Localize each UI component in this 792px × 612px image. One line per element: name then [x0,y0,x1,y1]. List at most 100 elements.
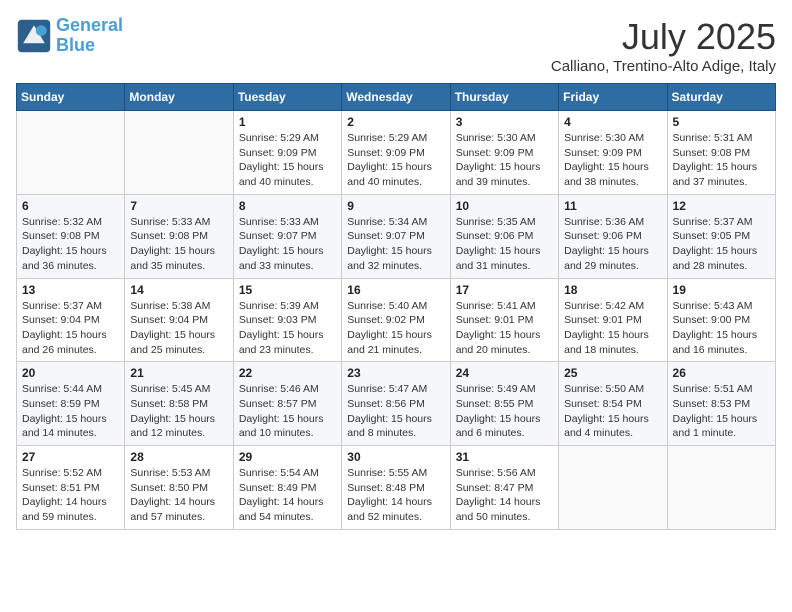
day-number: 17 [456,283,553,297]
day-number: 7 [130,199,227,213]
day-number: 14 [130,283,227,297]
day-info: Sunrise: 5:33 AM Sunset: 9:08 PM Dayligh… [130,215,227,274]
day-number: 6 [22,199,119,213]
day-number: 26 [673,366,770,380]
day-number: 5 [673,115,770,129]
weekday-row: SundayMondayTuesdayWednesdayThursdayFrid… [17,84,776,111]
calendar-cell: 8 Sunrise: 5:33 AM Sunset: 9:07 PM Daylig… [233,194,341,278]
weekday-header-tuesday: Tuesday [233,84,341,111]
day-number: 22 [239,366,336,380]
calendar-week-3: 13 Sunrise: 5:37 AM Sunset: 9:04 PM Dayli… [17,278,776,362]
calendar-cell: 22 Sunrise: 5:46 AM Sunset: 8:57 PM Dayli… [233,362,341,446]
calendar-cell: 7 Sunrise: 5:33 AM Sunset: 9:08 PM Daylig… [125,194,233,278]
day-info: Sunrise: 5:30 AM Sunset: 9:09 PM Dayligh… [564,131,661,190]
day-info: Sunrise: 5:29 AM Sunset: 9:09 PM Dayligh… [239,131,336,190]
day-info: Sunrise: 5:47 AM Sunset: 8:56 PM Dayligh… [347,382,444,441]
calendar-cell: 25Sunrise: 5:50 AM Sunset: 8:54 PM Dayli… [559,362,667,446]
calendar-cell: 23 Sunrise: 5:47 AM Sunset: 8:56 PM Dayli… [342,362,450,446]
logo-icon [16,18,52,54]
day-info: Sunrise: 5:37 AM Sunset: 9:04 PM Dayligh… [22,299,119,358]
calendar-cell: 15 Sunrise: 5:39 AM Sunset: 9:03 PM Dayli… [233,278,341,362]
weekday-header-wednesday: Wednesday [342,84,450,111]
calendar-body: 1 Sunrise: 5:29 AM Sunset: 9:09 PM Daylig… [17,111,776,530]
month-title: July 2025 [551,16,776,58]
day-number: 18 [564,283,661,297]
day-number: 3 [456,115,553,129]
weekday-header-saturday: Saturday [667,84,775,111]
calendar-week-5: 27 Sunrise: 5:52 AM Sunset: 8:51 PM Dayli… [17,446,776,530]
day-number: 2 [347,115,444,129]
calendar-cell: 9Sunrise: 5:34 AM Sunset: 9:07 PM Daylig… [342,194,450,278]
calendar-week-2: 6 Sunrise: 5:32 AM Sunset: 9:08 PM Daylig… [17,194,776,278]
day-info: Sunrise: 5:33 AM Sunset: 9:07 PM Dayligh… [239,215,336,274]
day-info: Sunrise: 5:52 AM Sunset: 8:51 PM Dayligh… [22,466,119,525]
calendar-cell: 12Sunrise: 5:37 AM Sunset: 9:05 PM Dayli… [667,194,775,278]
day-info: Sunrise: 5:53 AM Sunset: 8:50 PM Dayligh… [130,466,227,525]
day-number: 29 [239,450,336,464]
calendar-cell: 30Sunrise: 5:55 AM Sunset: 8:48 PM Dayli… [342,446,450,530]
calendar-cell: 13 Sunrise: 5:37 AM Sunset: 9:04 PM Dayli… [17,278,125,362]
calendar-cell: 20 Sunrise: 5:44 AM Sunset: 8:59 PM Dayli… [17,362,125,446]
calendar-cell: 4 Sunrise: 5:30 AM Sunset: 9:09 PM Daylig… [559,111,667,195]
day-info: Sunrise: 5:29 AM Sunset: 9:09 PM Dayligh… [347,131,444,190]
day-info: Sunrise: 5:41 AM Sunset: 9:01 PM Dayligh… [456,299,553,358]
day-info: Sunrise: 5:50 AM Sunset: 8:54 PM Dayligh… [564,382,661,441]
day-info: Sunrise: 5:49 AM Sunset: 8:55 PM Dayligh… [456,382,553,441]
calendar-cell: 10 Sunrise: 5:35 AM Sunset: 9:06 PM Dayli… [450,194,558,278]
day-info: Sunrise: 5:36 AM Sunset: 9:06 PM Dayligh… [564,215,661,274]
calendar-cell: 1 Sunrise: 5:29 AM Sunset: 9:09 PM Daylig… [233,111,341,195]
weekday-header-thursday: Thursday [450,84,558,111]
calendar-cell: 2 Sunrise: 5:29 AM Sunset: 9:09 PM Daylig… [342,111,450,195]
day-info: Sunrise: 5:37 AM Sunset: 9:05 PM Dayligh… [673,215,770,274]
calendar-cell: 3Sunrise: 5:30 AM Sunset: 9:09 PM Daylig… [450,111,558,195]
title-block: July 2025 Calliano, Trentino-Alto Adige,… [551,16,776,75]
calendar-cell: 5 Sunrise: 5:31 AM Sunset: 9:08 PM Daylig… [667,111,775,195]
page-header: General Blue July 2025 Calliano, Trentin… [16,16,776,75]
day-number: 10 [456,199,553,213]
day-number: 24 [456,366,553,380]
day-info: Sunrise: 5:56 AM Sunset: 8:47 PM Dayligh… [456,466,553,525]
location-subtitle: Calliano, Trentino-Alto Adige, Italy [551,58,776,75]
day-info: Sunrise: 5:31 AM Sunset: 9:08 PM Dayligh… [673,131,770,190]
calendar-cell [125,111,233,195]
calendar-table: SundayMondayTuesdayWednesdayThursdayFrid… [16,83,776,530]
day-number: 31 [456,450,553,464]
calendar-cell: 6 Sunrise: 5:32 AM Sunset: 9:08 PM Daylig… [17,194,125,278]
day-number: 15 [239,283,336,297]
day-info: Sunrise: 5:32 AM Sunset: 9:08 PM Dayligh… [22,215,119,274]
calendar-cell: 29 Sunrise: 5:54 AM Sunset: 8:49 PM Dayli… [233,446,341,530]
day-info: Sunrise: 5:46 AM Sunset: 8:57 PM Dayligh… [239,382,336,441]
day-info: Sunrise: 5:54 AM Sunset: 8:49 PM Dayligh… [239,466,336,525]
day-info: Sunrise: 5:43 AM Sunset: 9:00 PM Dayligh… [673,299,770,358]
weekday-header-sunday: Sunday [17,84,125,111]
calendar-cell: 27 Sunrise: 5:52 AM Sunset: 8:51 PM Dayli… [17,446,125,530]
day-info: Sunrise: 5:55 AM Sunset: 8:48 PM Dayligh… [347,466,444,525]
calendar-cell [559,446,667,530]
day-number: 11 [564,199,661,213]
calendar-cell [17,111,125,195]
day-number: 13 [22,283,119,297]
day-info: Sunrise: 5:38 AM Sunset: 9:04 PM Dayligh… [130,299,227,358]
calendar-cell: 16Sunrise: 5:40 AM Sunset: 9:02 PM Dayli… [342,278,450,362]
day-number: 16 [347,283,444,297]
calendar-week-1: 1 Sunrise: 5:29 AM Sunset: 9:09 PM Daylig… [17,111,776,195]
day-number: 8 [239,199,336,213]
calendar-cell: 11 Sunrise: 5:36 AM Sunset: 9:06 PM Dayli… [559,194,667,278]
calendar-cell: 18 Sunrise: 5:42 AM Sunset: 9:01 PM Dayli… [559,278,667,362]
day-info: Sunrise: 5:35 AM Sunset: 9:06 PM Dayligh… [456,215,553,274]
calendar-cell: 28Sunrise: 5:53 AM Sunset: 8:50 PM Dayli… [125,446,233,530]
day-number: 23 [347,366,444,380]
calendar-cell: 31 Sunrise: 5:56 AM Sunset: 8:47 PM Dayli… [450,446,558,530]
day-number: 1 [239,115,336,129]
day-number: 20 [22,366,119,380]
day-info: Sunrise: 5:42 AM Sunset: 9:01 PM Dayligh… [564,299,661,358]
day-info: Sunrise: 5:39 AM Sunset: 9:03 PM Dayligh… [239,299,336,358]
day-number: 27 [22,450,119,464]
day-info: Sunrise: 5:44 AM Sunset: 8:59 PM Dayligh… [22,382,119,441]
day-number: 4 [564,115,661,129]
calendar-header: SundayMondayTuesdayWednesdayThursdayFrid… [17,84,776,111]
day-number: 21 [130,366,227,380]
calendar-cell [667,446,775,530]
calendar-cell: 24 Sunrise: 5:49 AM Sunset: 8:55 PM Dayli… [450,362,558,446]
day-number: 9 [347,199,444,213]
